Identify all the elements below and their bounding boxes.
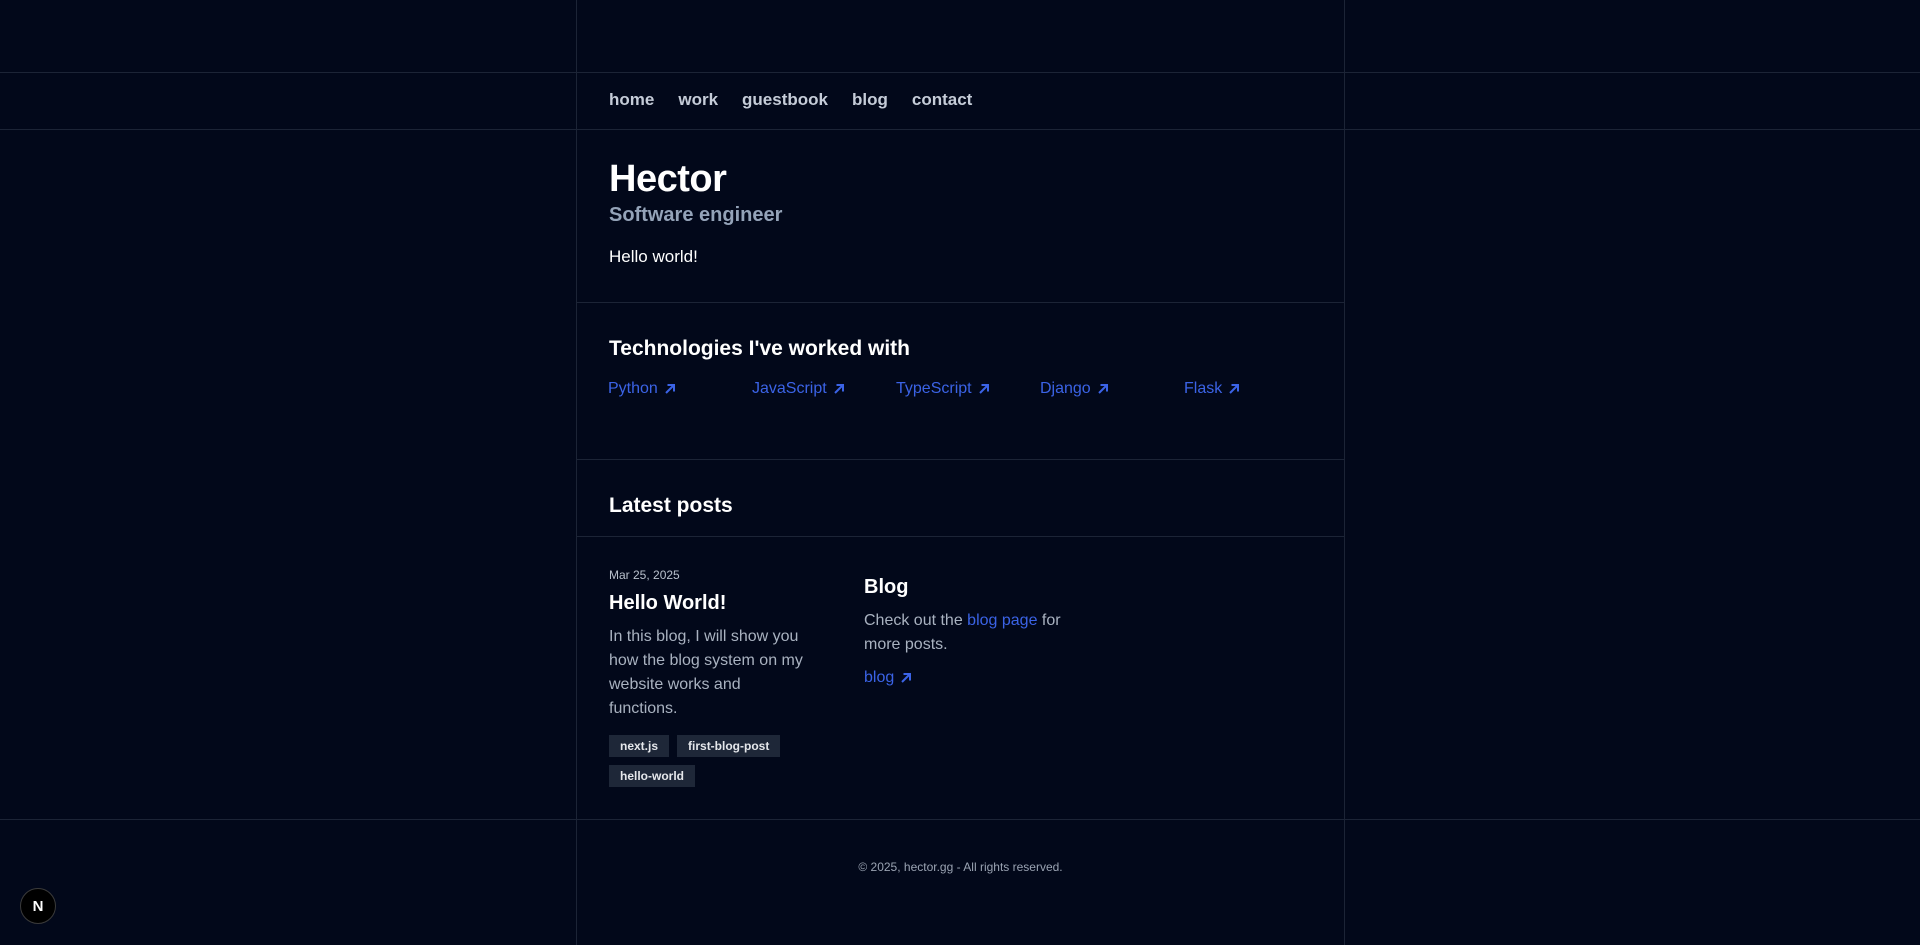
footer-copyright: © 2025, hector.gg - All rights reserved. <box>858 860 1063 874</box>
arrow-up-right-icon <box>1229 384 1240 394</box>
blog-card-text: Check out the blog page for more posts. <box>864 609 1064 657</box>
arrow-up-right-icon <box>833 384 844 394</box>
latest-posts-title: Latest posts <box>609 494 733 517</box>
blog-card-text-before: Check out the <box>864 612 968 629</box>
hero-name: Hector <box>609 158 727 200</box>
main-nav: home work guestbook blog contact <box>609 90 972 110</box>
post-description: In this blog, I will show you how the bl… <box>609 628 803 717</box>
tech-link-python[interactable]: Python <box>608 380 752 398</box>
nextjs-dev-badge[interactable]: N <box>20 888 56 924</box>
tech-link-django[interactable]: Django <box>1040 380 1184 398</box>
arrow-up-right-icon <box>901 673 912 683</box>
blog-link-label: blog <box>864 669 895 686</box>
post-title-link[interactable]: Hello World! <box>609 592 809 615</box>
blog-link[interactable]: blog <box>864 669 914 687</box>
post-tags: next.js first-blog-post hello-world <box>609 735 809 787</box>
nav-home[interactable]: home <box>609 90 654 110</box>
tech-label: JavaScript <box>752 380 827 397</box>
nextjs-logo-icon: N <box>32 897 44 915</box>
tech-link-typescript[interactable]: TypeScript <box>896 380 1040 398</box>
tech-label: Django <box>1040 380 1091 397</box>
tag-first-blog-post[interactable]: first-blog-post <box>677 735 781 757</box>
tag-nextjs[interactable]: next.js <box>609 735 670 757</box>
tech-label: Flask <box>1184 380 1223 397</box>
tech-link-javascript[interactable]: JavaScript <box>752 380 896 398</box>
nav-contact[interactable]: contact <box>912 90 972 110</box>
technologies-title: Technologies I've worked with <box>609 337 910 360</box>
hero-role: Software engineer <box>609 204 783 226</box>
hero-intro: Hello world! <box>609 247 698 266</box>
arrow-up-right-icon <box>978 384 989 394</box>
nav-work[interactable]: work <box>678 90 718 110</box>
arrow-up-right-icon <box>1097 384 1108 394</box>
blog-card: Blog Check out the blog page for more po… <box>864 576 1064 687</box>
blog-card-title: Blog <box>864 576 909 598</box>
main-column: home work guestbook blog contact Hector … <box>577 0 1344 945</box>
tech-link-flask[interactable]: Flask <box>1184 380 1328 398</box>
post-card: Mar 25, 2025 Hello World! In this blog, … <box>609 568 809 787</box>
technologies-list: Python JavaScript TypeScript Django Flas… <box>608 380 1328 398</box>
tag-hello-world[interactable]: hello-world <box>609 765 695 787</box>
nav-blog[interactable]: blog <box>852 90 888 110</box>
arrow-up-right-icon <box>665 384 675 394</box>
post-date: Mar 25, 2025 <box>609 568 680 582</box>
tech-label: TypeScript <box>896 380 972 397</box>
tech-label: Python <box>608 380 658 397</box>
blog-page-link[interactable]: blog page <box>967 612 1037 629</box>
nav-guestbook[interactable]: guestbook <box>742 90 828 110</box>
grid-line-right <box>1344 0 1345 945</box>
